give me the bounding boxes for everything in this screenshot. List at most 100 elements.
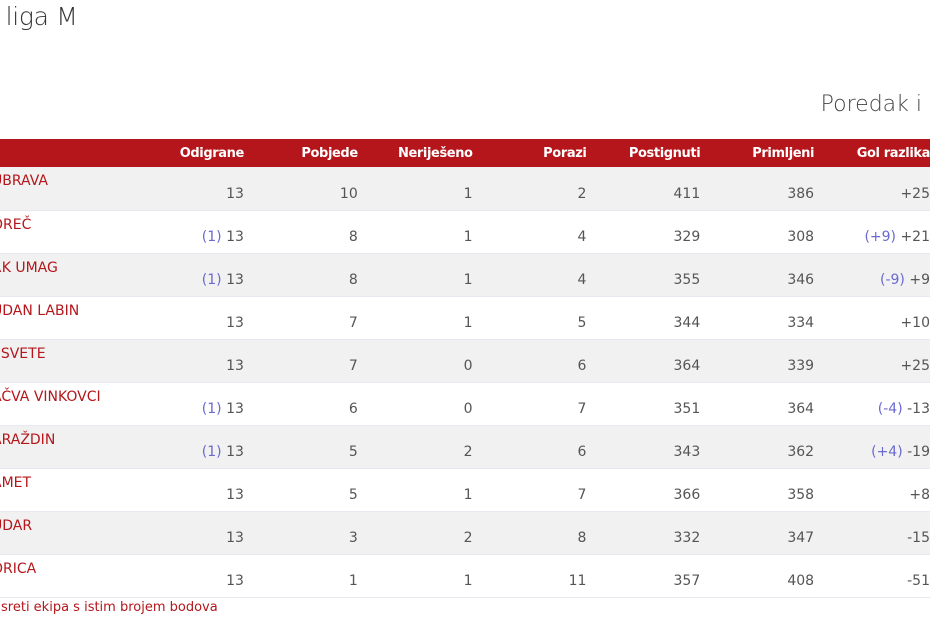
played-cell: 13 [132,296,244,339]
table-row: UBRAVA 13 10 1 2 411 386 +25 [0,167,930,210]
conceded-cell: 308 [787,228,815,245]
header-draws[interactable]: Neriješeno [358,139,473,167]
goal-diff-note: (+4) [871,443,903,460]
wins-cell: 10 [339,185,358,202]
table-row: RK UMAG (1) 13 8 1 4 355 346 (-9) +9 [0,253,930,296]
played-cell: (1) 13 [132,253,244,296]
table-row: UDAR 13 3 2 8 332 347 -15 [0,511,930,554]
conceded-cell: 346 [787,271,815,288]
table-row: ARAŽDIN (1) 13 5 2 6 343 362 (+4) -19 [0,425,930,468]
losses-cell: 6 [577,357,587,374]
goal-diff-cell: (+9) +21 [814,210,930,253]
header-conceded[interactable]: Primljeni [700,139,814,167]
wins-cell: 6 [348,400,358,417]
team-link[interactable]: OREČ [0,217,31,233]
conceded-cell: 339 [787,357,815,374]
played-value: 13 [226,271,244,288]
standings-table: Odigrane Pobjede Neriješeno Porazi Posti… [0,139,930,598]
table-row: AČVA VINKOVCI (1) 13 6 0 7 351 364 (-4) … [0,382,930,425]
scored-cell: 411 [673,185,701,202]
played-value: 13 [226,314,244,331]
played-value: 13 [226,572,244,589]
goal-diff-note: (-9) [880,271,905,288]
goal-diff-note: (+9) [864,228,896,245]
played-value: 13 [226,400,244,417]
wins-cell: 5 [348,486,358,503]
goal-diff-value: -15 [907,529,930,546]
goal-diff-note: (-4) [877,400,903,417]
goal-diff-cell: +25 [814,339,930,382]
played-note: (1) [201,443,222,460]
losses-cell: 4 [577,228,587,245]
goal-diff-value: -51 [907,572,930,589]
wins-cell: 7 [348,314,358,331]
goal-diff-cell: (+4) -19 [814,425,930,468]
team-link[interactable]: AMET [0,475,31,491]
played-value: 13 [226,529,244,546]
conceded-cell: 408 [787,572,815,589]
conceded-cell: 347 [787,529,815,546]
scored-cell: 366 [673,486,701,503]
table-body: UBRAVA 13 10 1 2 411 386 +25 OREČ (1) 13… [0,167,930,597]
played-value: 13 [226,357,244,374]
section-title: Poredak i [820,92,922,117]
header-played[interactable]: Odigrane [132,139,245,167]
scored-cell: 329 [673,228,701,245]
page-title: r liga M [0,2,78,31]
team-link[interactable]: UDAN LABIN [0,303,79,319]
played-cell: (1) 13 [132,425,244,468]
team-link[interactable]: UBRAVA [0,173,48,189]
played-cell: (1) 13 [132,210,244,253]
draws-cell: 2 [463,443,473,460]
team-link[interactable]: ARAŽDIN [0,432,55,448]
played-value: 13 [226,185,244,202]
played-value: 13 [226,228,244,245]
header-losses[interactable]: Porazi [473,139,587,167]
team-link[interactable]: RK UMAG [0,260,58,276]
wins-cell: 7 [348,357,358,374]
table-row: ESVETE 13 7 0 6 364 339 +25 [0,339,930,382]
team-link[interactable]: ORICA [0,561,36,577]
draws-cell: 2 [463,529,473,546]
table-row: UDAN LABIN 13 7 1 5 344 334 +10 [0,296,930,339]
draws-cell: 0 [463,400,473,417]
wins-cell: 8 [348,228,358,245]
goal-diff-value: -19 [907,443,930,460]
table-row: AMET 13 5 1 7 366 358 +8 [0,468,930,511]
losses-cell: 4 [577,271,587,288]
draws-cell: 1 [463,486,473,503]
goal-diff-value: +10 [900,314,930,331]
losses-cell: 11 [568,572,587,589]
played-cell: 13 [132,167,244,210]
losses-cell: 5 [577,314,587,331]
played-cell: 13 [132,511,244,554]
goal-diff-cell: (-4) -13 [814,382,930,425]
header-team [0,139,132,167]
goal-diff-value: +9 [909,271,930,288]
draws-cell: 1 [463,314,473,331]
conceded-cell: 358 [787,486,815,503]
team-link[interactable]: AČVA VINKOVCI [0,389,101,405]
goal-diff-cell: +25 [814,167,930,210]
header-goal-diff[interactable]: Gol razlika [814,139,930,167]
draws-cell: 1 [463,271,473,288]
losses-cell: 6 [577,443,587,460]
scored-cell: 344 [673,314,701,331]
goal-diff-cell: +8 [814,468,930,511]
goal-diff-value: +25 [900,357,930,374]
tiebreak-footnote: susreti ekipa s istim brojem bodova [0,600,218,615]
losses-cell: 7 [577,400,587,417]
scored-cell: 364 [673,357,701,374]
goal-diff-cell: (-9) +9 [814,253,930,296]
goal-diff-cell: -51 [814,554,930,597]
draws-cell: 1 [463,572,473,589]
table-row: ORICA 13 1 1 11 357 408 -51 [0,554,930,597]
played-note: (1) [201,228,222,245]
team-link[interactable]: UDAR [0,518,32,534]
team-link[interactable]: ESVETE [0,346,46,362]
goal-diff-value: +8 [909,486,930,503]
scored-cell: 343 [673,443,701,460]
header-scored[interactable]: Postignuti [586,139,701,167]
header-wins[interactable]: Pobjede [244,139,358,167]
scored-cell: 332 [673,529,701,546]
